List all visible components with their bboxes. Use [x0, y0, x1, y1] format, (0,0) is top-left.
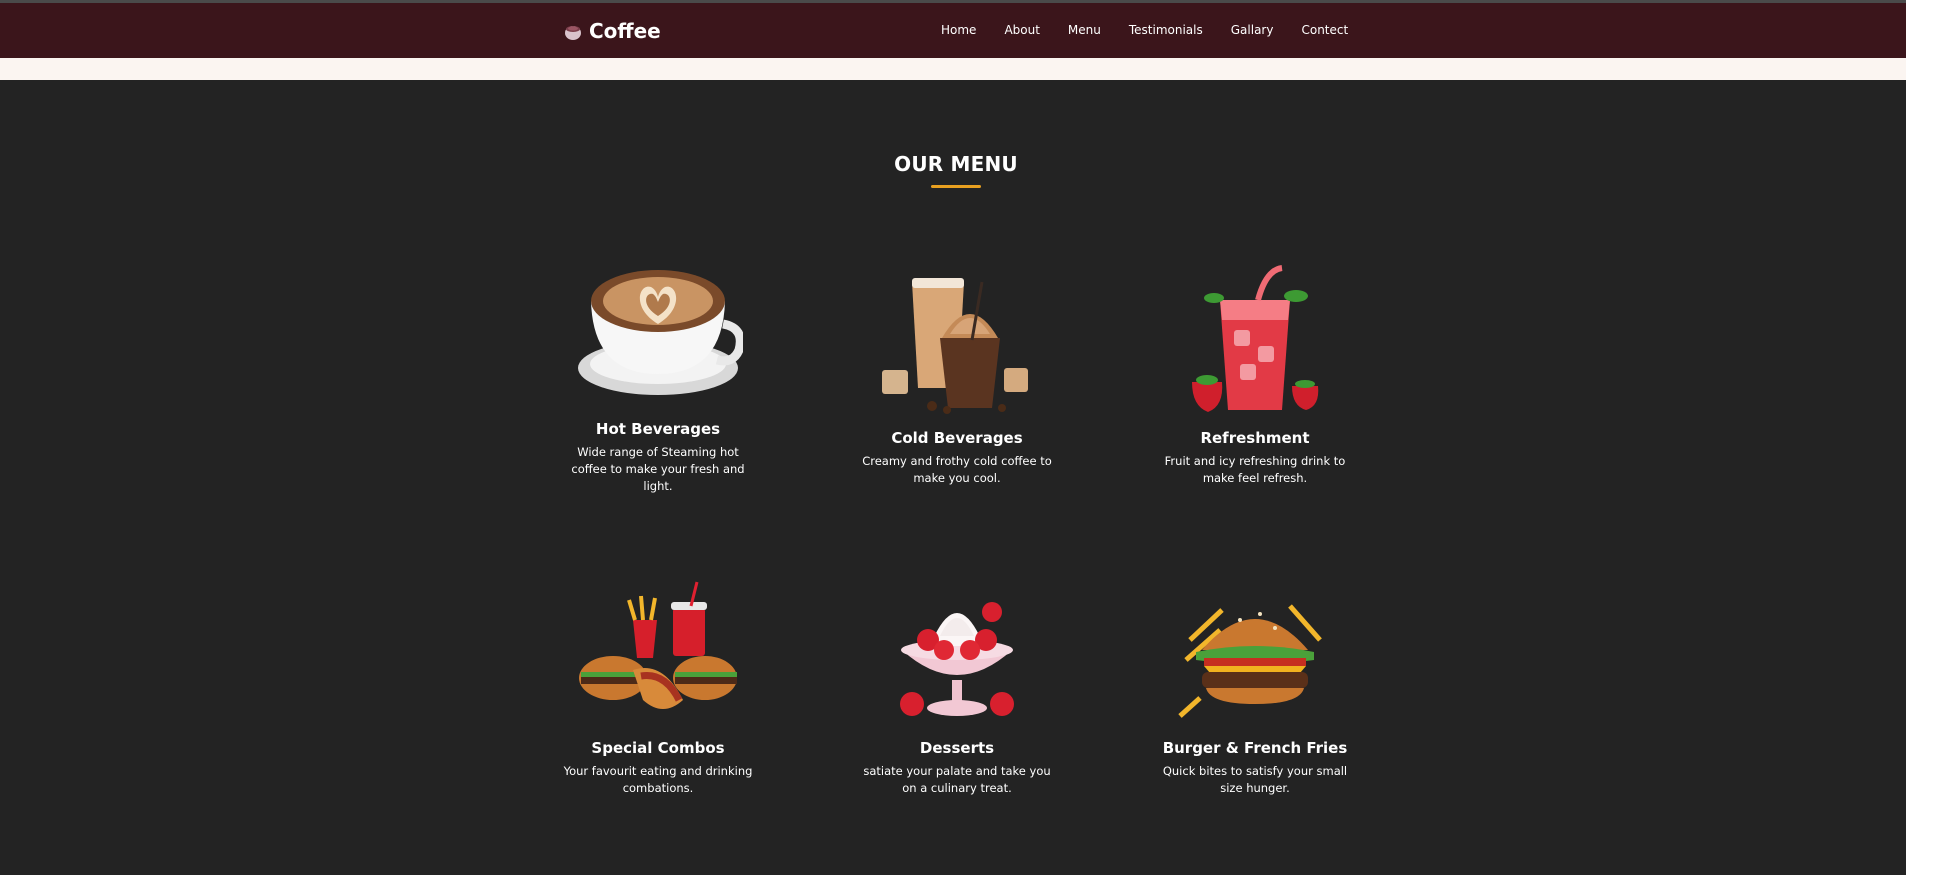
card-description: Creamy and frothy cold coffee to make yo… — [862, 454, 1052, 485]
strawberry-drink-icon — [1192, 265, 1319, 412]
card-title: Special Combos — [591, 739, 725, 757]
card-title: Hot Beverages — [595, 420, 721, 438]
brand-name: Coffee — [589, 19, 661, 43]
card-description: satiate your palate and take you on a cu… — [863, 764, 1051, 795]
combo-meal-icon — [579, 581, 737, 709]
card-description: Your favourit eating and drinking combat… — [563, 764, 753, 795]
iced-coffee-icon — [882, 278, 1028, 414]
main-nav: Home About Menu Testimonials Gallary Con… — [941, 23, 1376, 37]
burger-icon — [1178, 604, 1322, 718]
nav-contact[interactable]: Contect — [1301, 23, 1348, 37]
card-title: Cold Beverages — [891, 429, 1023, 447]
menu-card-cold-beverages[interactable]: Cold Beverages Creamy and frothy cold co… — [852, 260, 1062, 487]
nav-home[interactable]: Home — [941, 23, 976, 37]
section-title: OUR MENU — [894, 152, 1018, 176]
menu-card-burger-fries[interactable]: Burger & French Fries Quick bites to sat… — [1150, 580, 1360, 797]
menu-card-desserts[interactable]: Desserts satiate your palate and take yo… — [852, 580, 1062, 797]
nav-gallery[interactable]: Gallary — [1231, 23, 1274, 37]
coffee-cup-icon — [578, 270, 743, 395]
card-description: Fruit and icy refreshing drink to make f… — [1164, 454, 1346, 485]
menu-card-refreshment[interactable]: Refreshment Fruit and icy refreshing dri… — [1150, 260, 1360, 487]
card-title: Burger & French Fries — [1162, 739, 1348, 757]
card-title: Refreshment — [1200, 429, 1310, 447]
nav-menu[interactable]: Menu — [1068, 23, 1101, 37]
coffee-cup-logo-icon — [565, 26, 581, 40]
brand-logo[interactable]: Coffee — [562, 19, 661, 43]
card-title: Desserts — [919, 739, 995, 757]
menu-card-hot-beverages[interactable]: Hot Beverages Wide range of Steaming hot… — [553, 256, 763, 495]
menu-card-special-combos[interactable]: Special Combos Your favourit eating and … — [553, 580, 763, 797]
title-underline — [931, 185, 981, 188]
nav-about[interactable]: About — [1004, 23, 1039, 37]
card-description: Quick bites to satisfy your small size h… — [1162, 764, 1348, 795]
sundae-icon — [900, 602, 1014, 716]
nav-testimonials[interactable]: Testimonials — [1129, 23, 1203, 37]
navbar: Coffee Home About Menu Testimonials Gall… — [0, 3, 1906, 58]
menu-section: OUR MENU Hot Beverages Wide range of Ste… — [0, 80, 1906, 875]
card-description: Wide range of Steaming hot coffee to mak… — [571, 445, 745, 493]
light-strip — [0, 58, 1906, 80]
